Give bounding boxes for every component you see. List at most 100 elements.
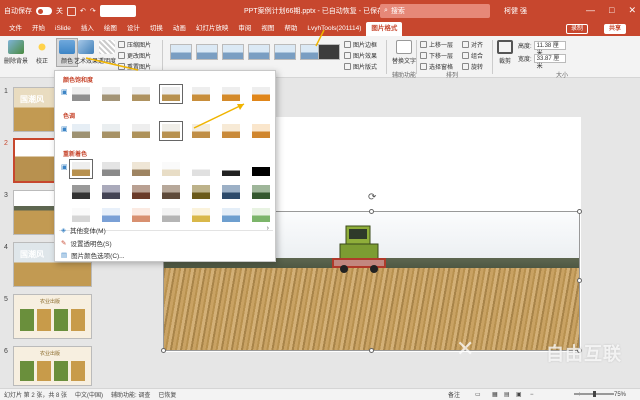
tab-home[interactable]: 开始 [27, 22, 50, 36]
recolor-light-7[interactable] [249, 205, 273, 225]
redo-icon[interactable]: ↷ [90, 7, 96, 15]
recolor-bw-25[interactable] [189, 159, 213, 179]
picture-style-3[interactable] [222, 44, 244, 60]
resize-handle[interactable] [577, 209, 582, 214]
tab-review[interactable]: 审阅 [233, 22, 256, 36]
tone-8800k[interactable] [219, 121, 243, 141]
tab-draw[interactable]: 绘图 [99, 22, 122, 36]
record-button[interactable]: 录制 [565, 24, 588, 34]
slide-thumbnail-5[interactable]: 农业出版 [13, 294, 92, 339]
recolor-dark-1[interactable] [69, 182, 93, 202]
tab-insert[interactable]: 插入 [76, 22, 99, 36]
align-button[interactable]: 对齐 [462, 40, 483, 49]
recolor-none[interactable] [69, 159, 93, 179]
tab-picture-format[interactable]: 图片格式 [366, 22, 403, 36]
alt-text-button[interactable]: 替换文字 [392, 40, 416, 65]
tone-4700k[interactable] [69, 121, 93, 141]
saturation-33[interactable] [99, 84, 123, 104]
notes-button[interactable]: 备注 [448, 390, 460, 399]
comments-icon[interactable]: ▭ [475, 391, 481, 398]
height-input[interactable]: 11.38 厘米 [533, 41, 566, 57]
compress-pictures-button[interactable]: 压缩图片 [118, 40, 151, 49]
group-button[interactable]: 组合 [462, 51, 483, 60]
picture-style-1[interactable] [170, 44, 192, 60]
recolor-light-6[interactable] [219, 205, 243, 225]
recolor-light-2[interactable] [99, 205, 123, 225]
recolor-bw-75[interactable] [249, 159, 273, 179]
save-icon[interactable] [67, 6, 76, 16]
tone-11200k[interactable] [249, 121, 273, 141]
close-button[interactable]: ✕ [628, 5, 636, 16]
picture-style-7[interactable] [318, 44, 340, 60]
font-size-box[interactable] [99, 5, 136, 17]
tab-transitions[interactable]: 切换 [145, 22, 168, 36]
picture-style-5[interactable] [274, 44, 296, 60]
normal-view-icon[interactable]: ▦ [492, 391, 498, 398]
more-variations-item[interactable]: ◈ 其他变体(M) [61, 225, 106, 235]
reading-view-icon[interactable]: ▣ [516, 391, 522, 398]
picture-effects-button[interactable]: 图片效果 [344, 51, 377, 60]
resize-handle[interactable] [369, 209, 374, 214]
resize-handle[interactable] [577, 278, 582, 283]
tab-file[interactable]: 文件 [4, 22, 27, 36]
share-button[interactable]: 共享 [603, 24, 626, 34]
recolor-dark-7[interactable] [249, 182, 273, 202]
saturation-66[interactable] [129, 84, 153, 104]
recolor-sepia[interactable] [129, 159, 153, 179]
tab-design[interactable]: 设计 [122, 22, 145, 36]
tone-7200k[interactable] [189, 121, 213, 141]
crop-button[interactable]: 裁剪 [497, 40, 513, 65]
resize-handle[interactable] [161, 348, 166, 353]
search-box[interactable]: ⌕ 搜索 [380, 4, 490, 18]
recolor-dark-6[interactable] [219, 182, 243, 202]
change-picture-button[interactable]: 更改图片 [118, 51, 151, 60]
zoom-out-icon[interactable]: − [530, 392, 534, 398]
zoom-level[interactable]: 75% [614, 392, 626, 398]
recolor-light-5[interactable] [189, 205, 213, 225]
recolor-light-4[interactable] [159, 205, 183, 225]
recolor-bw-50[interactable] [219, 159, 243, 179]
undo-icon[interactable]: ↶ [80, 7, 86, 15]
saturation-0[interactable] [69, 84, 93, 104]
tab-islide[interactable]: iSlide [50, 22, 76, 36]
user-name[interactable]: 柯健 强 [504, 6, 527, 16]
corrections-button[interactable]: 校正 [34, 40, 50, 65]
accessibility-status[interactable]: 辅助功能: 调查 [111, 390, 150, 399]
recolor-light-1[interactable] [69, 205, 93, 225]
rotate-button[interactable]: 旋转 [462, 62, 483, 71]
width-input[interactable]: 33.87 厘米 [533, 54, 566, 70]
recolor-dark-3[interactable] [129, 182, 153, 202]
resize-handle[interactable] [369, 348, 374, 353]
slide-thumbnail-6[interactable]: 农业出版 [13, 346, 92, 386]
zoom-slider-knob[interactable] [593, 391, 596, 397]
rotate-handle-icon[interactable]: ⟳ [368, 192, 376, 203]
picture-color-options-item[interactable]: ▤ 图片颜色选项(C)... [61, 250, 125, 260]
language-indicator[interactable]: 中文(中国) [75, 390, 103, 399]
picture-border-button[interactable]: 图片边框 [344, 40, 377, 49]
autosave-toggle[interactable] [36, 7, 52, 15]
tab-help[interactable]: 帮助 [279, 22, 302, 36]
remove-background-button[interactable]: 删除背景 [4, 40, 28, 65]
tone-5900k[interactable] [129, 121, 153, 141]
picture-layout-button[interactable]: 图片版式 [344, 62, 377, 71]
tone-5300k[interactable] [99, 121, 123, 141]
send-backward-button[interactable]: 下移一层 [420, 51, 453, 60]
recolor-grayscale[interactable] [99, 159, 123, 179]
saturation-100[interactable] [159, 84, 183, 104]
recolor-dark-2[interactable] [99, 182, 123, 202]
zoom-slider[interactable] [574, 391, 614, 397]
saturation-166[interactable] [219, 84, 243, 104]
artistic-effects-button[interactable]: 艺术效果 [74, 40, 98, 65]
picture-style-2[interactable] [196, 44, 218, 60]
tab-lvyhtools[interactable]: LvyhTools(201114) [302, 22, 366, 36]
recolor-dark-5[interactable] [189, 182, 213, 202]
tab-animations[interactable]: 动画 [168, 22, 191, 36]
recolor-dark-4[interactable] [159, 182, 183, 202]
set-transparent-color-item[interactable]: ✎ 设置透明色(S) [61, 238, 112, 248]
saturation-133[interactable] [189, 84, 213, 104]
minimize-button[interactable]: — [586, 5, 595, 16]
tab-view[interactable]: 视图 [256, 22, 279, 36]
tone-6500k[interactable] [159, 121, 183, 141]
picture-style-4[interactable] [248, 44, 270, 60]
maximize-button[interactable]: □ [609, 5, 614, 16]
